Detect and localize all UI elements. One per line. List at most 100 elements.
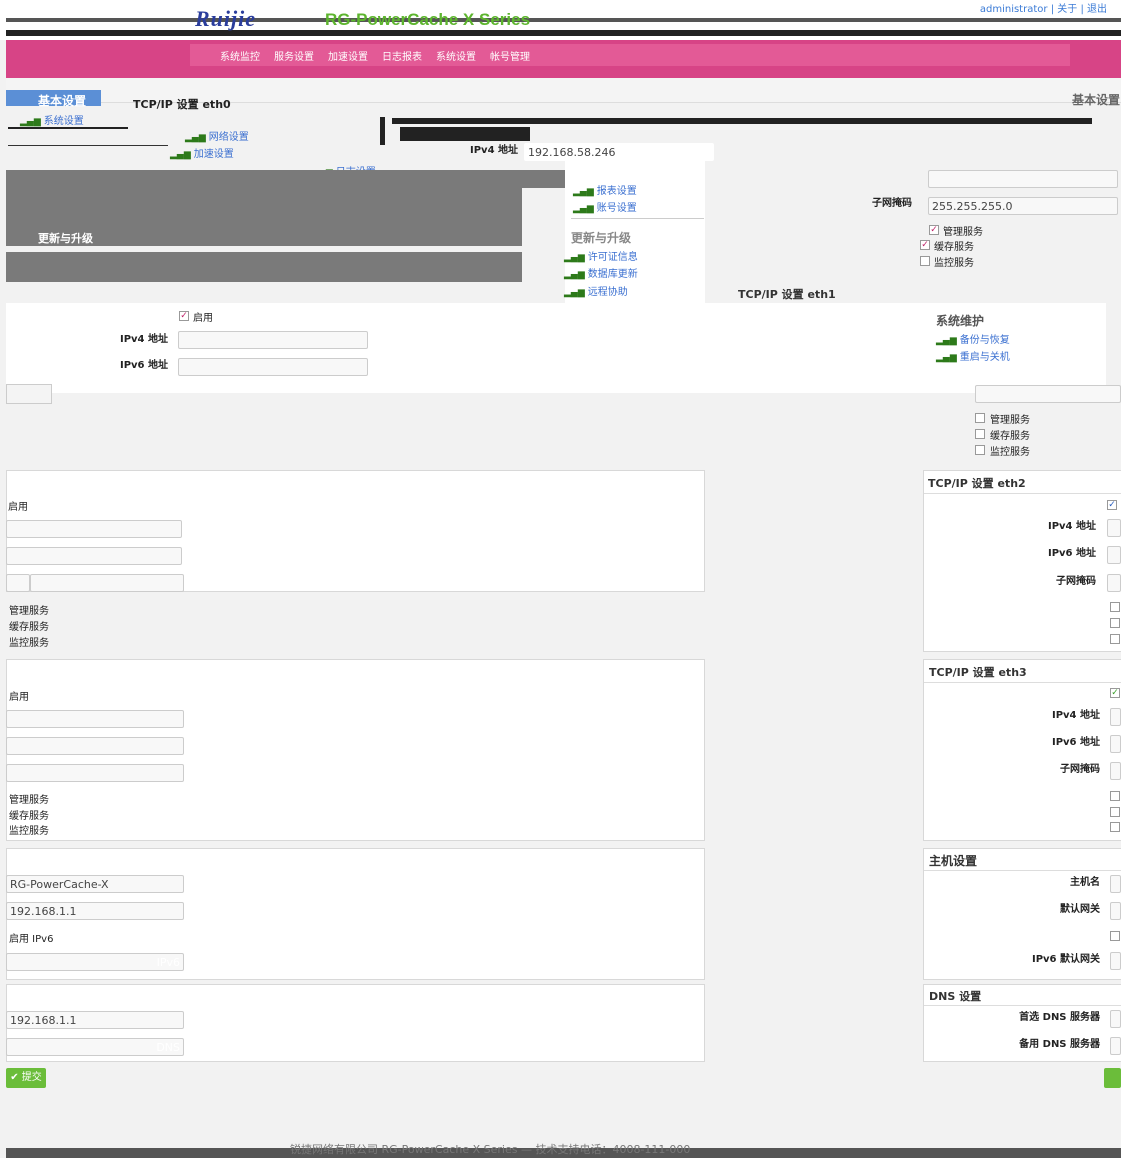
menu-item-remote[interactable]: ▂▄▆ 远程协助 bbox=[564, 283, 628, 298]
signal-bars-icon: ▂▄▆ bbox=[573, 204, 594, 214]
eth1-enable-checkbox[interactable]: ✓ bbox=[179, 311, 189, 321]
dns-primary-label: 首选 DNS 服务器 bbox=[1019, 1012, 1100, 1023]
eth3-mask-label: 子网掩码 bbox=[1060, 764, 1100, 775]
submit-button[interactable]: ✔ 提交 bbox=[6, 1068, 46, 1088]
menu-item-reboot[interactable]: ▂▄▆ 重启与关机 bbox=[936, 348, 1010, 363]
ipv6-gateway-input-left[interactable]: IPv6 bbox=[6, 953, 184, 971]
menu-head-basic: 基本设置 bbox=[38, 94, 87, 108]
eth2-ipv6-input-left[interactable] bbox=[6, 547, 182, 565]
eth3-ipv4-label: IPv4 地址 bbox=[1051, 710, 1100, 721]
eth2-ipv4-input[interactable] bbox=[1107, 519, 1121, 537]
menu-head-update-left: 更新与升级 bbox=[38, 232, 93, 245]
dns-secondary-label: 备用 DNS 服务器 bbox=[1019, 1039, 1100, 1050]
divider bbox=[8, 145, 168, 146]
gateway-input-left[interactable]: 192.168.1.1 bbox=[6, 902, 184, 920]
menu-item-accel[interactable]: ▂▄▆ 加速设置 bbox=[170, 145, 234, 160]
gateway-input[interactable] bbox=[1110, 902, 1121, 920]
menu-item-system[interactable]: ▂▄▆ 系统设置 bbox=[20, 112, 84, 127]
eth2-ipv4-label: IPv4 地址 bbox=[1047, 521, 1096, 532]
divider bbox=[924, 1005, 1121, 1006]
eth3-enable-label-left: 启用 bbox=[9, 692, 29, 703]
dns-secondary-input[interactable] bbox=[1110, 1037, 1121, 1055]
ipv6-gateway-input[interactable] bbox=[1110, 952, 1121, 970]
eth3-ipv6-input[interactable] bbox=[1110, 735, 1121, 753]
eth2-mgmt-label-left: 管理服务 bbox=[9, 606, 49, 617]
eth2-ipv4-input-left[interactable] bbox=[6, 520, 182, 538]
eth3-mask-input[interactable] bbox=[1110, 762, 1121, 780]
submit-button-right[interactable] bbox=[1104, 1068, 1121, 1088]
about-link[interactable]: 关于 bbox=[1057, 4, 1077, 15]
eth2-cache-checkbox[interactable] bbox=[1110, 618, 1120, 628]
eth1-ipv4-input[interactable] bbox=[178, 331, 368, 349]
hostname-input[interactable] bbox=[1110, 875, 1121, 893]
eth3-ipv4-input[interactable] bbox=[1110, 708, 1121, 726]
eth2-mask-input-left2[interactable] bbox=[30, 574, 184, 592]
eth1-monitor-checkbox[interactable] bbox=[975, 445, 985, 455]
eth2-mgmt-checkbox[interactable] bbox=[1110, 602, 1120, 612]
eth3-ipv6-input-left[interactable] bbox=[6, 737, 184, 755]
eth2-panel bbox=[923, 470, 1121, 652]
hostname-input-left[interactable]: RG-PowerCache-X bbox=[6, 875, 184, 893]
eth1-ipv6-input[interactable] bbox=[178, 358, 368, 376]
eth3-mgmt-checkbox[interactable] bbox=[1110, 791, 1120, 801]
ipv4-label: IPv4 地址 bbox=[470, 145, 519, 156]
nav-tab[interactable]: 系统监控 bbox=[220, 48, 260, 63]
eth0-mask-input[interactable]: 255.255.255.0 bbox=[928, 197, 1118, 215]
dns-secondary-input-left[interactable]: DNS bbox=[6, 1038, 184, 1056]
signal-bars-icon: ▂▄▆ bbox=[185, 133, 206, 143]
hostname-label: 主机名 bbox=[1070, 877, 1100, 888]
eth3-mask-input-left[interactable] bbox=[6, 764, 184, 782]
nav-tab[interactable]: 加速设置 bbox=[328, 48, 368, 63]
eth0-cache-checkbox[interactable]: ✓ bbox=[920, 240, 930, 250]
product-name: RG-PowerCache X Series bbox=[325, 10, 531, 29]
user-name-link[interactable]: administrator bbox=[980, 4, 1048, 15]
signal-bars-icon: ▂▄▆ bbox=[936, 353, 957, 363]
enable-ipv6-checkbox[interactable] bbox=[1110, 931, 1120, 941]
eth2-enable-label-left: 启用 bbox=[8, 502, 28, 513]
eth2-ipv6-input[interactable] bbox=[1107, 546, 1121, 564]
eth3-cache-checkbox[interactable] bbox=[1110, 807, 1120, 817]
nav-tab[interactable]: 日志报表 bbox=[382, 48, 422, 63]
eth2-enable-checkbox[interactable]: ✓ bbox=[1107, 500, 1117, 510]
user-links: administrator | 关于 | 退出 bbox=[980, 0, 1107, 15]
signal-bars-icon: ▂▄▆ bbox=[564, 270, 585, 280]
eth1-cache-label: 缓存服务 bbox=[990, 431, 1030, 442]
eth2-mask-input-left[interactable] bbox=[6, 574, 30, 592]
eth0-mgmt-checkbox[interactable]: ✓ bbox=[929, 225, 939, 235]
eth3-enable-checkbox[interactable]: ✓ bbox=[1110, 688, 1120, 698]
eth2-cache-label-left: 缓存服务 bbox=[9, 622, 49, 633]
eth2-mask-input[interactable] bbox=[1107, 574, 1121, 592]
eth1-mask-input-right[interactable] bbox=[975, 385, 1121, 403]
logout-link[interactable]: 退出 bbox=[1087, 4, 1107, 15]
menu-item-account[interactable]: ▂▄▆ 账号设置 bbox=[573, 199, 637, 214]
header-band-dark bbox=[6, 30, 1121, 36]
menu-item-network[interactable]: ▂▄▆ 网络设置 bbox=[185, 128, 249, 143]
menu-item-report[interactable]: ▂▄▆ 报表设置 bbox=[573, 182, 637, 197]
divider bbox=[924, 493, 1121, 494]
nav-tab[interactable]: 系统设置 bbox=[436, 48, 476, 63]
menu-item-license[interactable]: ▂▄▆ 许可证信息 bbox=[564, 248, 638, 263]
signal-bars-icon: ▂▄▆ bbox=[936, 336, 957, 346]
eth2-monitor-checkbox[interactable] bbox=[1110, 634, 1120, 644]
menu-head-maint: 系统维护 bbox=[936, 314, 985, 328]
eth1-ipv4-label: IPv4 地址 bbox=[119, 334, 168, 345]
menu-item-db-update[interactable]: ▂▄▆ 数据库更新 bbox=[564, 265, 638, 280]
overlay-block bbox=[6, 252, 522, 282]
dns-primary-input-left[interactable]: 192.168.1.1 bbox=[6, 1011, 184, 1029]
divider bbox=[380, 117, 385, 145]
nav-tab[interactable]: 帐号管理 bbox=[490, 48, 530, 63]
nav-tab[interactable]: 服务设置 bbox=[274, 48, 314, 63]
eth3-monitor-label-left: 监控服务 bbox=[9, 826, 49, 837]
dns-primary-input[interactable] bbox=[1110, 1010, 1121, 1028]
eth3-title: TCP/IP 设置 eth3 bbox=[929, 666, 1027, 679]
eth3-monitor-checkbox[interactable] bbox=[1110, 822, 1120, 832]
user-links-sep: | bbox=[1080, 4, 1084, 15]
eth0-ipv6-input[interactable] bbox=[928, 170, 1118, 188]
menu-item-backup[interactable]: ▂▄▆ 备份与恢复 bbox=[936, 331, 1010, 346]
eth0-monitor-checkbox[interactable] bbox=[920, 256, 930, 266]
eth1-mgmt-checkbox[interactable] bbox=[975, 413, 985, 423]
eth3-ipv4-input-left[interactable] bbox=[6, 710, 184, 728]
eth3-ipv6-label: IPv6 地址 bbox=[1051, 737, 1100, 748]
eth1-mask-input[interactable] bbox=[6, 384, 52, 404]
eth1-cache-checkbox[interactable] bbox=[975, 429, 985, 439]
